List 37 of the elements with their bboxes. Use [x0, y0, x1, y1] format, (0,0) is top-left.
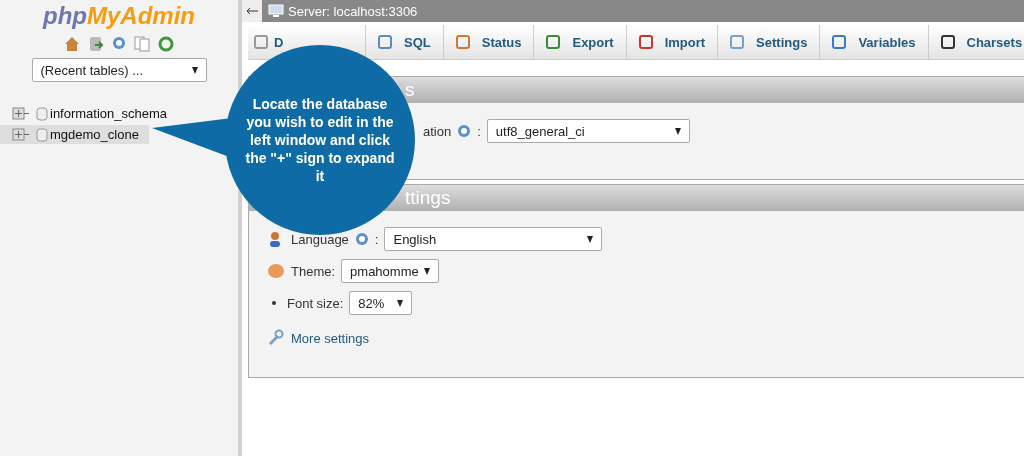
- nav-tab[interactable]: Import: [626, 25, 719, 59]
- language-dropdown[interactable]: English: [384, 227, 603, 251]
- panel-title: ttings: [405, 187, 451, 209]
- collation-label: ation: [423, 123, 452, 139]
- caret-icon: [674, 127, 681, 135]
- nav-tab[interactable]: Export: [534, 25, 627, 59]
- more-settings-link[interactable]: More settings: [291, 330, 370, 346]
- font-size-dropdown[interactable]: 82%: [349, 291, 413, 315]
- theme-dropdown[interactable]: pmahomme: [341, 259, 440, 283]
- collation-dropdown[interactable]: utf8_general_ci: [486, 119, 690, 143]
- recent-tables-dropdown[interactable]: (Recent tables) ...: [31, 58, 207, 82]
- language-label: Language: [291, 231, 349, 247]
- back-button[interactable]: [242, 0, 262, 22]
- caret-icon: [587, 235, 594, 243]
- home-icon[interactable]: [64, 36, 80, 52]
- font-size-label: Font size:: [287, 295, 344, 311]
- nav-tab[interactable]: Status: [443, 25, 535, 59]
- documents-icon[interactable]: [134, 36, 150, 52]
- bullet-icon: [272, 301, 276, 305]
- nav-tab[interactable]: Charsets: [928, 25, 1024, 59]
- left-arrow-icon: [246, 7, 258, 15]
- database-item[interactable]: information_schema: [0, 104, 178, 123]
- monitor-icon: [268, 4, 284, 18]
- database-item[interactable]: mgdemo_clone: [0, 125, 149, 144]
- nav-tab[interactable]: SQL: [366, 25, 444, 59]
- nav-tab[interactable]: Variables: [820, 25, 929, 59]
- separator-colon: :: [477, 123, 481, 139]
- nav-tab[interactable]: Settings: [718, 25, 821, 59]
- caret-icon: [397, 299, 404, 307]
- server-breadcrumb[interactable]: Server: localhost:3306: [268, 3, 418, 19]
- panel-title: s: [405, 79, 415, 101]
- theme-label: Theme:: [291, 263, 336, 279]
- caret-icon: [424, 267, 431, 275]
- logo: phpMyAdmin: [43, 2, 195, 30]
- callout-text: Locate the database you wish to edit in the left window and click the "+" sign to expand it: [245, 94, 395, 186]
- separator-colon: :: [374, 231, 379, 247]
- caret-icon: [191, 66, 198, 74]
